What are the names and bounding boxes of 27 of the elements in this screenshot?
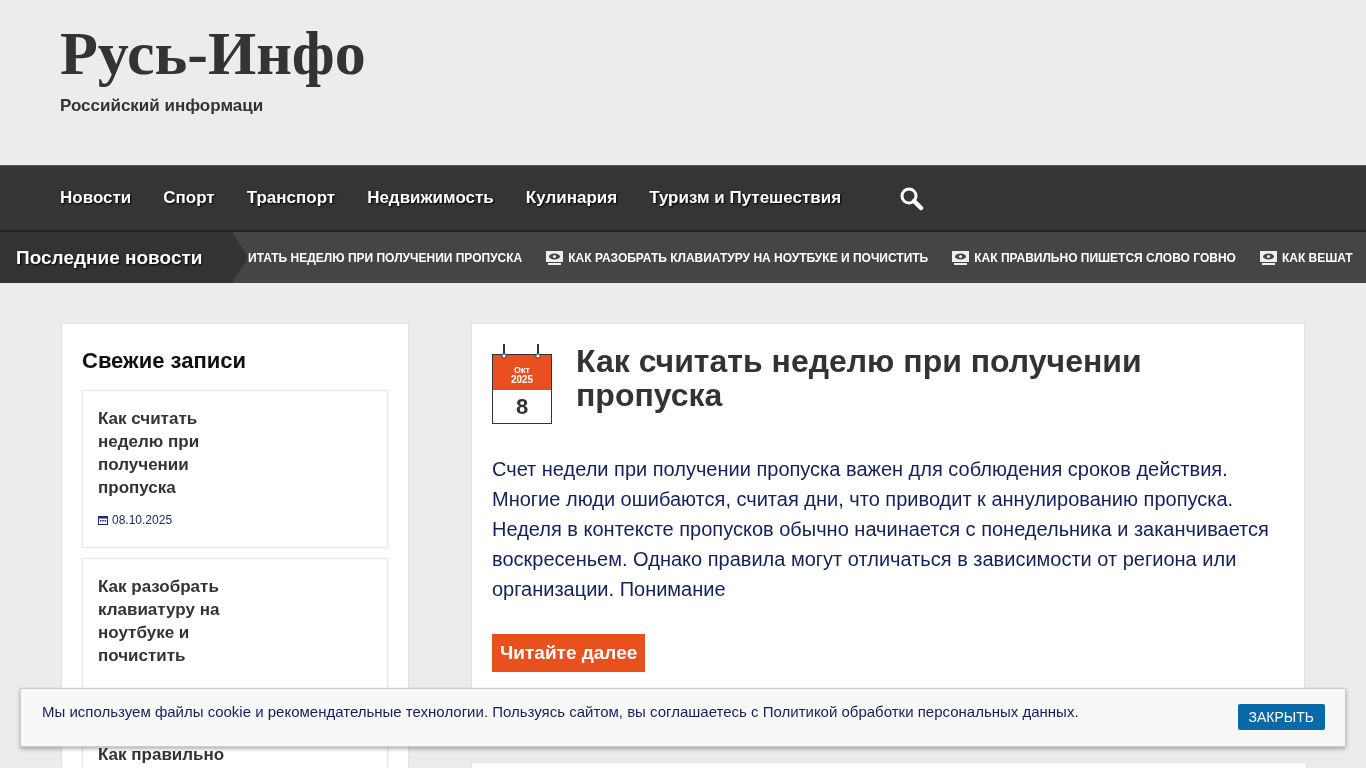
nav-link[interactable]: Туризм и Путешествия — [649, 188, 842, 208]
ticker-link[interactable]: КАК РАЗОБРАТЬ КЛАВИАТУРУ НА НОУТБУКЕ И ПОЧИСТИТЬ — [568, 250, 929, 265]
eye-icon — [1259, 250, 1277, 265]
post-title[interactable]: Как разобрать клавиатуру на ноутбуке и почистить — [98, 575, 233, 667]
article-excerpt: Счет недели при получении пропуска важен для соблюдения сроков действия. Многие люди ошибаются, считая дни, что приводит к аннулированию пропуска. Неделя в контексте пропусков обычно начинается с понедельника и заканчивается воскресеньем. Однако правила могут отличаться в зависимости от региона или организации. Понимание — [492, 457, 1270, 602]
ticker-link[interactable]: ИТАТЬ НЕДЕЛЮ ПРИ ПОЛУЧЕНИИ ПРОПУСКА — [248, 250, 523, 265]
sidebar-title: Свежие записи — [82, 348, 247, 374]
nav-link[interactable]: Кулинария — [525, 188, 618, 208]
cookie-notice-text: Мы используем файлы cookie и рекомендательные технологии. Пользуясь сайтом, вы соглашаетесь с Политикой обработки персональных данных. — [42, 703, 1079, 720]
article-title[interactable]: Как считать неделю при получении пропуска — [576, 344, 1284, 412]
read-more-button[interactable]: Читайте далее — [492, 634, 646, 672]
post-title[interactable]: Как считать неделю при получении пропуска — [98, 407, 233, 499]
nav-link[interactable]: Транспорт — [246, 188, 336, 208]
eye-icon — [952, 250, 970, 265]
ticker-link[interactable]: КАК ПРАВИЛЬНО ПИШЕТСЯ СЛОВО ГОВНО — [974, 250, 1236, 265]
post-date: 08.10.2025 — [112, 513, 173, 527]
search-icon[interactable] — [899, 185, 925, 211]
calendar-icon — [98, 515, 108, 525]
nav-link[interactable]: Новости — [60, 188, 132, 208]
close-button[interactable]: ЗАКРЫТЬ — [1237, 704, 1325, 730]
site-tagline: Российский информаци — [60, 96, 264, 116]
nav-link[interactable]: Спорт — [163, 188, 215, 208]
ticker-link[interactable]: КАК ВЕШАТ — [1281, 250, 1353, 265]
nav-link[interactable]: Недвижимость — [367, 188, 494, 208]
eye-icon — [546, 250, 564, 265]
post-title[interactable]: Как правильно — [98, 743, 233, 766]
ticker-label: Последние новости — [0, 232, 248, 283]
